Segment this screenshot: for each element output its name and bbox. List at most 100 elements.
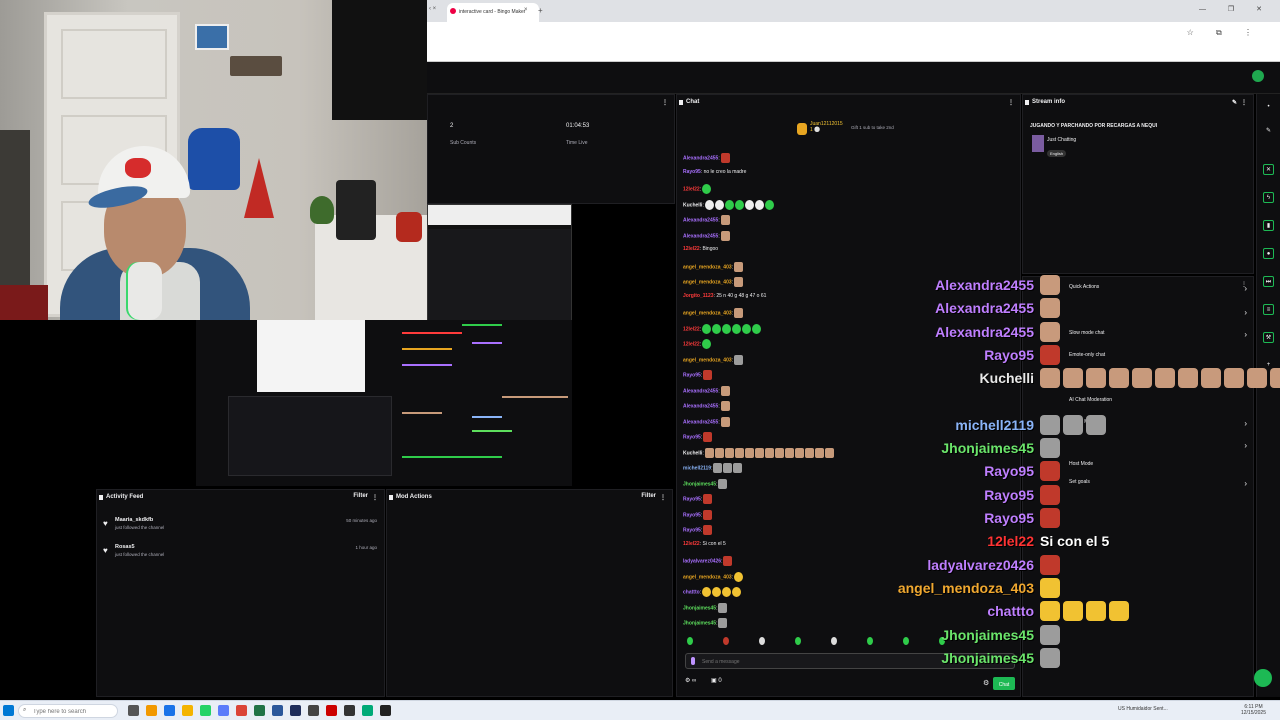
taskbar-clock[interactable]: 6:11 PM 12/15/2025	[1241, 704, 1266, 716]
chat-message[interactable]: Rayo95:	[683, 370, 713, 383]
tab-scroll-icon[interactable]: ‹ ×	[429, 6, 436, 12]
chat-message[interactable]: Alexandra2455:	[683, 153, 730, 166]
list-item[interactable]: ♥ Rosas5 just followed the channel 1 hou…	[103, 544, 379, 566]
chat-username[interactable]: Alexandra2455	[683, 217, 718, 223]
new-tab-button[interactable]: +	[538, 6, 543, 15]
pinned-message[interactable]: Juan12112015 1 ⚪ Gift 1 sub to take 2nd	[797, 121, 917, 137]
more-icon[interactable]: ⋮	[662, 99, 668, 106]
chat-username[interactable]: Jhonjaimes45	[683, 620, 716, 626]
chat-username[interactable]: angel_mendoza_403	[683, 357, 732, 363]
avatar[interactable]	[1252, 70, 1264, 82]
stream-info-more-icon[interactable]: ⋮	[1241, 99, 1247, 106]
task-view-icon[interactable]	[128, 705, 139, 716]
chat-message[interactable]: Rayo95:	[683, 525, 713, 538]
chat-username[interactable]: chattto	[683, 589, 700, 595]
chat-username[interactable]: Alexandra2455	[683, 155, 718, 161]
app-icon[interactable]	[308, 705, 319, 716]
app-icon[interactable]	[344, 705, 355, 716]
chat-username[interactable]: Jhonjaimes45	[683, 605, 716, 611]
excel-icon[interactable]	[254, 705, 265, 716]
chat-message[interactable]: Alexandra2455:	[683, 401, 730, 414]
app-icon[interactable]	[290, 705, 301, 716]
feed-username[interactable]: Rosas5	[115, 544, 135, 550]
app-icon[interactable]	[218, 705, 229, 716]
close-icon[interactable]: ✕	[1263, 164, 1274, 175]
chat-message[interactable]: Alexandra2455:	[683, 215, 730, 228]
chat-message[interactable]: Rayo95:	[683, 494, 713, 507]
chat-username[interactable]: 12lel22	[683, 341, 700, 347]
chat-message[interactable]: chattto:	[683, 587, 742, 600]
stream-tag[interactable]: English	[1047, 150, 1067, 157]
chat-message[interactable]: ladyalvarez0426:	[683, 556, 733, 569]
chat-message[interactable]: Rayo95:	[683, 509, 713, 523]
chat-username[interactable]: ladyalvarez0426	[683, 558, 721, 564]
chat-username[interactable]: michell2119	[683, 465, 711, 471]
pencil-icon[interactable]: ✎	[1263, 126, 1274, 137]
activity-filter-button[interactable]: Filter	[353, 493, 368, 499]
chat-message[interactable]: 12lel22: Si con el 5	[683, 541, 726, 554]
activity-more-icon[interactable]: ⋮	[372, 494, 378, 501]
chat-send-button[interactable]: Chat	[993, 677, 1015, 690]
feed-username[interactable]: Maaria_skdkfb	[115, 517, 153, 523]
chat-message[interactable]: Jhonjaimes45:	[683, 618, 728, 631]
windows-start-icon[interactable]	[3, 705, 14, 716]
chat-message[interactable]: Kuchelli:	[683, 447, 834, 461]
chrome-icon[interactable]	[236, 705, 247, 716]
chat-message-input[interactable]	[702, 657, 902, 666]
window-controls[interactable]: — ❐ ✕	[1199, 5, 1272, 13]
whatsapp-icon[interactable]	[200, 705, 211, 716]
chat-username[interactable]: Jhonjaimes45	[683, 481, 716, 487]
app-icon[interactable]	[146, 705, 157, 716]
chat-message[interactable]: Jorgito_1123: 25 n 40 g 48 g 47 o 61	[683, 293, 766, 306]
chat-message[interactable]: 12lel22: Bingoo	[683, 246, 718, 259]
chat-username[interactable]: Alexandra2455	[683, 388, 718, 394]
chat-username[interactable]: Rayo95	[683, 512, 701, 518]
word-icon[interactable]	[272, 705, 283, 716]
obs-icon[interactable]	[380, 705, 391, 716]
edit-icon[interactable]: ✎	[1232, 99, 1237, 106]
mod-more-icon[interactable]: ⋮	[660, 494, 666, 501]
browser-toolbar-icons[interactable]: ☆ ⧉ ⋮	[1187, 28, 1262, 38]
address-bar[interactable]: ☆ ⧉ ⋮	[427, 22, 1280, 62]
chat-message[interactable]: 12lel22:	[683, 339, 712, 352]
file-explorer-icon[interactable]	[182, 705, 193, 716]
chat-message[interactable]: Kuchelli:	[683, 199, 774, 213]
tray-weather[interactable]: US Humidaidor Sent...	[1118, 706, 1168, 712]
chat-username[interactable]: Rayo95	[683, 496, 701, 502]
chat-username[interactable]: Alexandra2455	[683, 403, 718, 409]
chat-message[interactable]: Rayo95: no le creo la madre	[683, 169, 746, 182]
chat-username[interactable]: Rayo95	[683, 527, 701, 533]
chat-username[interactable]: angel_mendoza_403	[683, 279, 732, 285]
chat-message[interactable]: angel_mendoza_403:	[683, 261, 744, 275]
chat-message[interactable]: 12lel22:	[683, 323, 762, 337]
chat-username[interactable]: Alexandra2455	[683, 419, 718, 425]
chat-message[interactable]: michell2119:	[683, 463, 743, 476]
rail-dot-icon[interactable]: •	[1263, 102, 1274, 113]
chat-message[interactable]: Alexandra2455:	[683, 230, 730, 244]
tab-close-icon[interactable]: ×	[524, 7, 528, 13]
chat-more-icon[interactable]: ⋮	[1008, 99, 1014, 106]
chat-message[interactable]: angel_mendoza_403:	[683, 308, 744, 321]
bolt-icon[interactable]: ϟ	[1263, 192, 1274, 203]
chat-message[interactable]: angel_mendoza_403:	[683, 571, 744, 585]
chat-username[interactable]: angel_mendoza_403	[683, 264, 732, 270]
bits-counter[interactable]: ▣ 0	[711, 677, 722, 684]
chat-message[interactable]: Alexandra2455:	[683, 385, 730, 399]
chat-username[interactable]: 12lel22	[683, 541, 700, 547]
chat-username[interactable]: Jorgito_1123	[683, 293, 714, 299]
gear-icon[interactable]: ⚙	[983, 679, 989, 687]
channel-points-icon[interactable]: ⚙ ∞	[685, 677, 696, 684]
shield-icon[interactable]: ▮	[1263, 220, 1274, 231]
chat-username[interactable]: angel_mendoza_403	[683, 310, 732, 316]
mod-filter-button[interactable]: Filter	[641, 493, 656, 499]
taskbar-search-input[interactable]	[33, 707, 113, 716]
chat-message[interactable]: Rayo95:	[683, 432, 713, 445]
circle-icon[interactable]: ●	[1263, 248, 1274, 259]
chat-username[interactable]: Rayo95	[683, 372, 701, 378]
list-item[interactable]: ♥ Maaria_skdkfb just followed the channe…	[103, 517, 379, 539]
chat-message[interactable]: Alexandra2455:	[683, 416, 730, 430]
chat-username[interactable]: Rayo95	[683, 169, 701, 175]
chat-username[interactable]: Kuchelli	[683, 450, 702, 456]
chat-username[interactable]: 12lel22	[683, 246, 700, 252]
chat-username[interactable]: 12lel22	[683, 186, 700, 192]
